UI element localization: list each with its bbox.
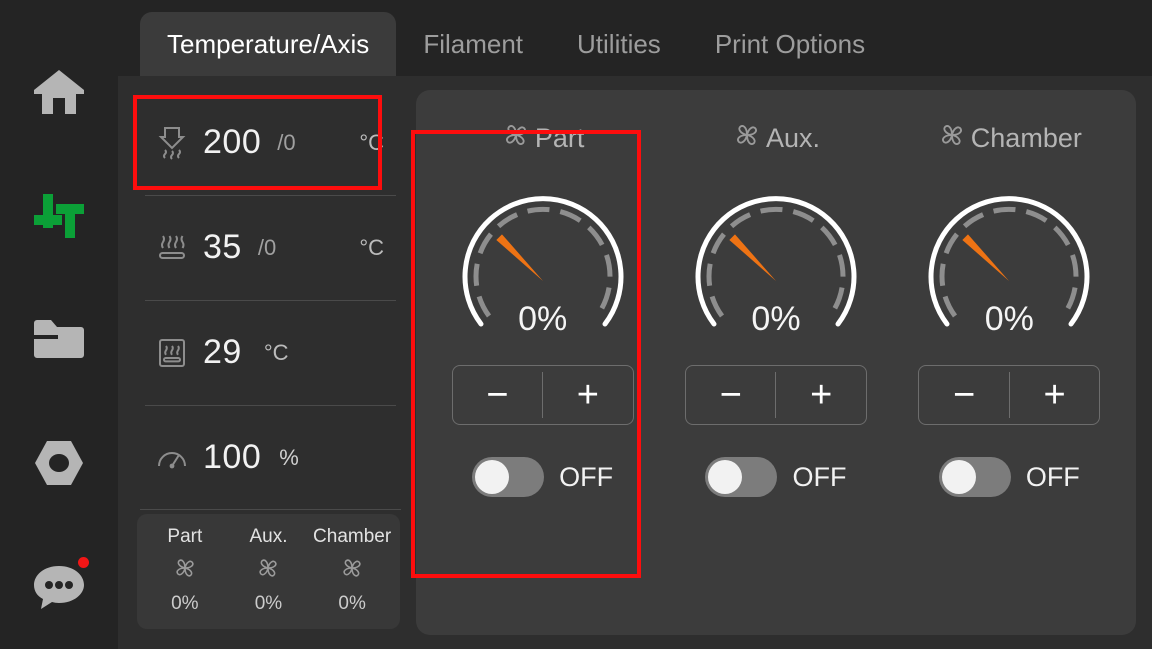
- fan-aux-title: Aux.: [732, 120, 820, 157]
- fan-chamber-label: Chamber: [970, 123, 1082, 153]
- nut-icon: [32, 439, 86, 487]
- bed-temp-target: /0: [257, 234, 277, 260]
- nozzle-temp-value: 200: [203, 123, 262, 161]
- fan-summary-aux[interactable]: Aux. 0%: [227, 526, 310, 615]
- fan-icon: [255, 555, 281, 586]
- toggle-knob: [708, 460, 743, 494]
- status-column: 200 /0 °C 35 /0 °C 29 °C 100 % Part 0% A…: [132, 90, 401, 635]
- fan-aux-stepper: − +: [684, 365, 867, 425]
- home-icon: [32, 68, 86, 116]
- fan-part-gauge[interactable]: 0%: [445, 161, 641, 347]
- sidebar-item-files[interactable]: [0, 278, 118, 402]
- tab-bar: Temperature/Axis Filament Utilities Prin…: [118, 0, 1152, 76]
- bed-temp-value: 35: [203, 228, 242, 266]
- fan-chamber-decrease-button[interactable]: −: [919, 366, 1009, 424]
- fan-control-panel: Part 0% − + OFF Aux. 0% − + OFF Chamber …: [416, 90, 1136, 635]
- fan-summary-chamber-value: 0%: [338, 593, 366, 614]
- speed-unit: %: [279, 444, 299, 470]
- sidebar-item-settings[interactable]: [0, 401, 118, 525]
- fan-aux-increase-button[interactable]: +: [776, 366, 866, 424]
- fan-chamber-gauge-value: 0%: [984, 300, 1034, 338]
- folder-icon: [31, 317, 87, 361]
- fan-icon: [732, 120, 762, 157]
- fan-chamber-title: Chamber: [937, 120, 1082, 157]
- bed-icon: [155, 232, 189, 264]
- chat-icon: [31, 563, 87, 611]
- sidebar: [0, 0, 118, 649]
- fan-summary-chamber-label: Chamber: [313, 526, 392, 547]
- fan-column-aux: Aux. 0% − + OFF: [659, 98, 892, 621]
- nozzle-icon: [155, 126, 189, 160]
- sidebar-item-messages[interactable]: [0, 525, 118, 649]
- fan-part-decrease-button[interactable]: −: [453, 366, 543, 424]
- fan-chamber-toggle[interactable]: [938, 457, 1011, 497]
- fan-summary-aux-value: 0%: [254, 593, 283, 614]
- fan-part-gauge-value: 0%: [518, 300, 568, 338]
- tab-temperature-axis[interactable]: Temperature/Axis: [140, 12, 397, 76]
- fan-chamber-toggle-row: OFF: [938, 457, 1080, 497]
- fan-part-title: Part: [501, 120, 585, 157]
- fan-part-toggle-label: OFF: [559, 461, 614, 492]
- toggle-knob: [941, 460, 976, 494]
- fan-icon: [937, 120, 967, 157]
- fan-chamber-toggle-label: OFF: [1025, 461, 1080, 492]
- fan-chamber-gauge[interactable]: 0%: [911, 161, 1107, 347]
- fan-summary-part-value: 0%: [171, 593, 199, 614]
- status-row-speed[interactable]: 100 %: [137, 405, 400, 510]
- tab-print-options[interactable]: Print Options: [688, 12, 892, 76]
- fan-aux-gauge[interactable]: 0%: [678, 161, 874, 347]
- fan-summary-part[interactable]: Part 0%: [143, 526, 226, 615]
- fan-icon: [339, 555, 365, 586]
- fan-column-part: Part 0% − + OFF: [426, 98, 659, 621]
- page-body: 200 /0 °C 35 /0 °C 29 °C 100 % Part 0% A…: [118, 76, 1152, 649]
- fan-part-label: Part: [534, 123, 585, 153]
- fan-part-toggle-row: OFF: [472, 457, 613, 497]
- status-row-bed[interactable]: 35 /0 °C: [137, 195, 400, 300]
- fan-summary-chamber[interactable]: Chamber 0%: [311, 526, 394, 615]
- sliders-icon: [31, 188, 87, 244]
- fan-part-stepper: − +: [451, 365, 634, 425]
- fan-icon: [172, 555, 198, 586]
- content-area: Temperature/Axis Filament Utilities Prin…: [118, 0, 1152, 649]
- fan-part-increase-button[interactable]: +: [543, 366, 633, 424]
- sidebar-item-home[interactable]: [0, 30, 118, 154]
- speed-icon: [155, 444, 189, 472]
- status-row-chamber[interactable]: 29 °C: [137, 300, 400, 405]
- fan-part-toggle[interactable]: [472, 457, 545, 497]
- fan-summary-part-label: Part: [167, 526, 203, 547]
- fan-icon: [501, 120, 531, 157]
- tab-utilities[interactable]: Utilities: [550, 12, 688, 76]
- fan-aux-label: Aux.: [765, 123, 820, 153]
- bed-temp-unit: °C: [359, 234, 384, 260]
- chamber-icon: [155, 337, 189, 369]
- notification-badge-icon: [78, 557, 89, 569]
- fan-chamber-stepper: − +: [918, 365, 1101, 425]
- tab-filament[interactable]: Filament: [396, 12, 550, 76]
- chamber-temp-unit: °C: [263, 339, 289, 365]
- fan-aux-gauge-value: 0%: [751, 300, 801, 338]
- toggle-knob: [475, 460, 510, 494]
- fan-aux-decrease-button[interactable]: −: [686, 366, 776, 424]
- fan-summary-aux-label: Aux.: [249, 526, 288, 547]
- fan-column-chamber: Chamber 0% − + OFF: [893, 98, 1126, 621]
- status-row-nozzle[interactable]: 200 /0 °C: [137, 90, 400, 195]
- printer-touch-ui: Temperature/Axis Filament Utilities Prin…: [0, 0, 1152, 649]
- fan-aux-toggle-label: OFF: [792, 461, 847, 492]
- fan-summary: Part 0% Aux. 0% Chamber 0%: [137, 509, 401, 629]
- fan-aux-toggle[interactable]: [705, 457, 778, 497]
- fan-aux-toggle-row: OFF: [705, 457, 846, 497]
- chamber-temp-value: 29: [203, 333, 242, 371]
- nozzle-temp-target: /0: [277, 129, 296, 155]
- fan-chamber-increase-button[interactable]: +: [1010, 366, 1100, 424]
- speed-value: 100: [203, 438, 262, 476]
- sidebar-item-controls[interactable]: [0, 154, 118, 278]
- nozzle-temp-unit: °C: [359, 129, 384, 155]
